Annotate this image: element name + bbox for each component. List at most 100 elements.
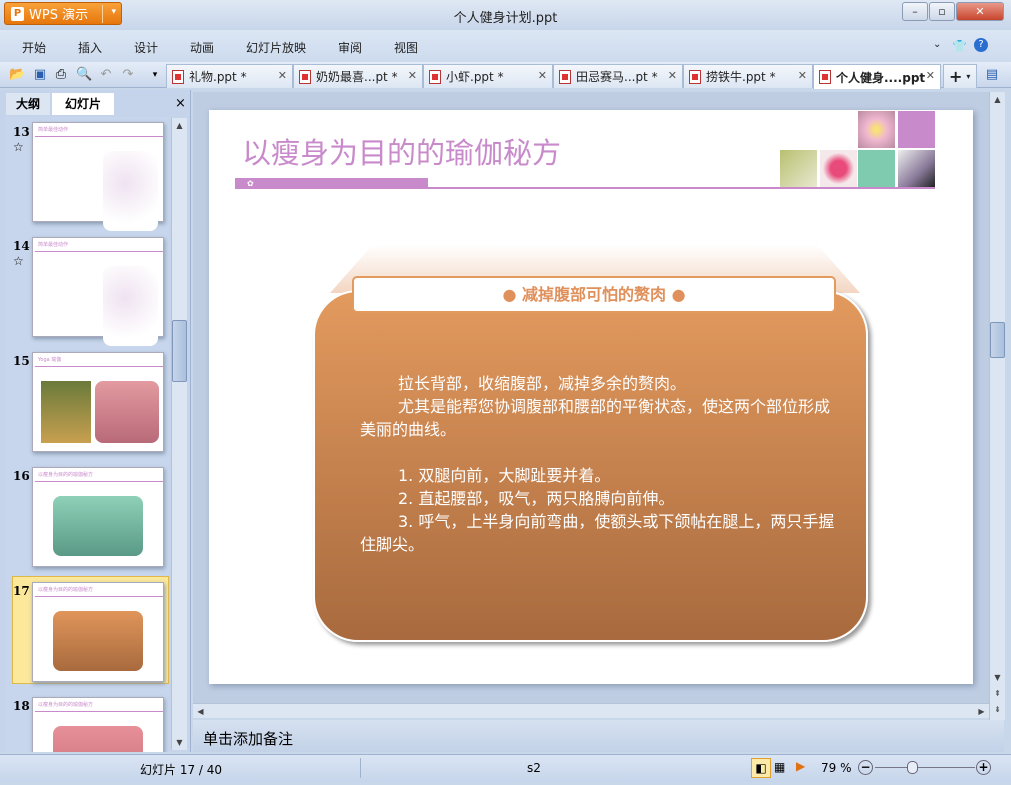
editor-horizontal-scrollbar[interactable]: ◀ ▶: [193, 703, 989, 718]
print-icon[interactable]: ⎙: [53, 67, 69, 83]
close-pane-icon[interactable]: ×: [175, 96, 186, 111]
next-slide-icon[interactable]: ⇟: [990, 702, 1005, 717]
slideshow-icon[interactable]: ▶: [796, 759, 805, 773]
animation-star-icon: ☆: [13, 254, 24, 268]
title-underline: [235, 187, 935, 189]
slide-position: 幻灯片 17 / 40: [140, 763, 223, 777]
save-icon[interactable]: ▣: [32, 67, 48, 83]
menu-animation[interactable]: 动画: [190, 39, 214, 56]
print-preview-icon[interactable]: 🔍: [76, 67, 92, 83]
close-tab-icon[interactable]: ✕: [926, 69, 935, 82]
purple-square: [898, 111, 935, 148]
thumbnail-scrollbar[interactable]: ▲ ▼: [171, 118, 187, 750]
dumbbell-image: [820, 150, 857, 187]
ppt-file-icon: [689, 69, 701, 84]
scroll-right-icon[interactable]: ▶: [974, 704, 989, 719]
theme-name: s2: [527, 761, 541, 775]
scroll-up-icon[interactable]: ▲: [990, 92, 1005, 107]
menu-view[interactable]: 视图: [394, 39, 418, 56]
slide-thumbnail-15[interactable]: Yoga 瑜伽: [32, 352, 164, 452]
thumbnail-list: 13 ☆ 简单最佳动作 14 ☆ 简单最佳动作 15 Yoga 瑜伽 16 以瘦…: [5, 117, 169, 752]
slide-title[interactable]: 以瘦身为目的的瑜伽秘方: [242, 130, 561, 172]
zoom-slider[interactable]: [875, 767, 975, 768]
close-tab-icon[interactable]: ✕: [798, 69, 807, 82]
collapse-ribbon-icon[interactable]: ⌄: [933, 39, 941, 50]
slide-number: 17: [13, 584, 30, 598]
close-button[interactable]: ✕: [956, 2, 1004, 21]
ppt-file-icon: [819, 70, 831, 84]
ppt-file-icon: [299, 69, 311, 84]
redo-icon[interactable]: ↷: [120, 67, 136, 83]
close-tab-icon[interactable]: ✕: [408, 69, 417, 82]
tab-doc-1[interactable]: 礼物.ppt * ✕: [166, 64, 293, 88]
scroll-up-icon[interactable]: ▲: [172, 118, 187, 133]
close-tab-icon[interactable]: ✕: [538, 69, 547, 82]
scroll-thumb[interactable]: [172, 320, 187, 382]
normal-view-icon[interactable]: ◧: [751, 758, 771, 778]
slide-number: 14: [13, 239, 30, 253]
window-list-icon[interactable]: ▤: [984, 67, 1000, 83]
slide-thumbnail-18[interactable]: 以瘦身为目的的瑜伽秘方: [32, 697, 164, 752]
skin-shirt-icon[interactable]: 👕: [952, 39, 967, 53]
zoom-in-button[interactable]: +: [976, 760, 991, 775]
ppt-file-icon: [172, 69, 184, 84]
maximize-button[interactable]: ▫: [929, 2, 955, 21]
menu-insert[interactable]: 插入: [78, 39, 102, 56]
scroll-down-icon[interactable]: ▼: [990, 670, 1005, 685]
title-bar: P WPS 演示 ▾ 个人健身计划.ppt – ▫ ✕: [0, 0, 1011, 30]
menu-review[interactable]: 审阅: [338, 39, 362, 56]
menu-design[interactable]: 设计: [134, 39, 158, 56]
previous-slide-icon[interactable]: ⇞: [990, 686, 1005, 701]
slide-thumbnail-14[interactable]: 简单最佳动作: [32, 237, 164, 346]
flower-image: [858, 111, 895, 148]
scroll-down-icon[interactable]: ▼: [172, 735, 187, 750]
tab-outline[interactable]: 大纲: [6, 93, 50, 115]
slide-sorter-icon[interactable]: ▦: [774, 760, 785, 774]
tab-doc-2[interactable]: 奶奶最喜...pt * ✕: [293, 64, 423, 88]
slide-number: 15: [13, 354, 30, 368]
cosmetics-image: [898, 150, 935, 187]
close-tab-icon[interactable]: ✕: [668, 69, 677, 82]
help-icon[interactable]: ?: [974, 38, 988, 52]
menu-home[interactable]: 开始: [22, 39, 46, 56]
window-title: 个人健身计划.ppt: [453, 11, 558, 26]
undo-icon[interactable]: ↶: [98, 67, 114, 83]
tab-doc-5[interactable]: 捞铁牛.ppt * ✕: [683, 64, 813, 88]
ppt-file-icon: [559, 69, 571, 84]
close-tab-icon[interactable]: ✕: [278, 69, 287, 82]
toolbar-dropdown-icon[interactable]: ▾: [147, 67, 163, 83]
slide-number: 18: [13, 699, 30, 713]
status-bar: 幻灯片 17 / 40 s2 ◧ ▦ ▶ 79 % − +: [0, 754, 1011, 782]
slide-canvas[interactable]: 以瘦身为目的的瑜伽秘方 ✿ 拉长背部，收缩腹部，减掉多余的赘肉。 尤其是能帮您协…: [209, 110, 973, 684]
scroll-thumb[interactable]: [990, 322, 1005, 358]
tab-doc-3[interactable]: 小虾.ppt * ✕: [423, 64, 553, 88]
menu-slideshow[interactable]: 幻灯片放映: [246, 39, 306, 56]
content-box[interactable]: 拉长背部，收缩腹部，减掉多余的赘肉。 尤其是能帮您协调腹部和腰部的平衡状态，使这…: [313, 290, 868, 642]
tab-doc-4[interactable]: 田忌赛马...pt * ✕: [553, 64, 683, 88]
scroll-left-icon[interactable]: ◀: [193, 704, 208, 719]
editor-vertical-scrollbar[interactable]: ▲ ▼ ⇞ ⇟: [989, 92, 1005, 720]
slide-thumbnail-17[interactable]: 以瘦身为目的的瑜伽秘方: [32, 582, 164, 682]
slide-editor: 以瘦身为目的的瑜伽秘方 ✿ 拉长背部，收缩腹部，减掉多余的赘肉。 尤其是能帮您协…: [193, 92, 991, 703]
slide-thumbnail-16[interactable]: 以瘦身为目的的瑜伽秘方: [32, 467, 164, 567]
tab-slides[interactable]: 幻灯片: [52, 93, 114, 115]
ppt-file-icon: [429, 69, 441, 84]
new-tab-button[interactable]: + ▾: [943, 64, 977, 88]
slide-number: 13: [13, 125, 30, 139]
teal-square: [858, 150, 895, 187]
zoom-slider-thumb[interactable]: [907, 761, 918, 774]
zoom-level: 79 %: [821, 761, 852, 775]
slide-number: 16: [13, 469, 30, 483]
minimize-button[interactable]: –: [902, 2, 928, 21]
animation-star-icon: ☆: [13, 140, 24, 154]
menu-bar: 开始 插入 设计 动画 幻灯片放映 审阅 视图 ⌄ 👕 ?: [0, 30, 1011, 62]
slide-thumbnail-13[interactable]: 简单最佳动作: [32, 122, 164, 231]
open-folder-icon[interactable]: 📂: [9, 67, 25, 83]
zoom-out-button[interactable]: −: [858, 760, 873, 775]
tab-doc-6[interactable]: 个人健身....ppt ✕: [813, 64, 941, 89]
slide-pane: 大纲 幻灯片 × 13 ☆ 简单最佳动作 14 ☆ 简单最佳动作 15 Yoga…: [0, 90, 191, 752]
box-header[interactable]: ● 减掉腹部可怕的赘肉 ●: [352, 276, 836, 313]
notes-field[interactable]: 单击添加备注: [193, 720, 1004, 752]
document-tab-bar: 📂 ▣ ⎙ 🔍 ↶ ↷ ▾ 礼物.ppt * ✕ 奶奶最喜...pt * ✕ 小虾.…: [0, 62, 1011, 89]
perfume-image: [780, 150, 817, 187]
